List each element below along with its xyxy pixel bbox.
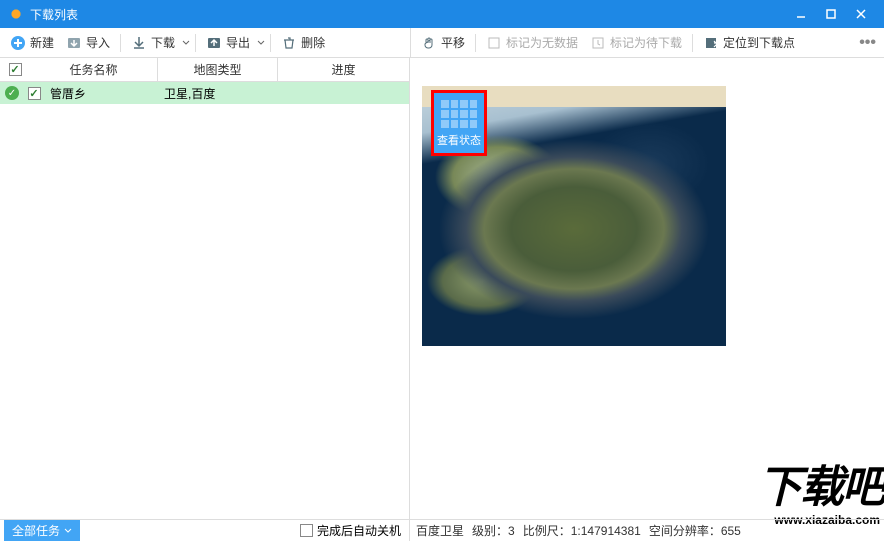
toolbar: 新建 导入 下载 导出 删除 平移 标记为无数据 标记为待下载 定位到下载点 •… <box>0 28 884 58</box>
download-button[interactable]: 下载 <box>125 31 181 55</box>
all-tasks-label: 全部任务 <box>12 522 60 539</box>
mark-nodata-label: 标记为无数据 <box>506 34 578 51</box>
close-button[interactable] <box>846 0 876 28</box>
footer: 全部任务 完成后自动关机 百度卫星 级别：3 比例尺：1:147914381 空… <box>0 519 884 541</box>
view-status-button[interactable]: 查看状态 <box>431 90 487 156</box>
header-checkbox-cell <box>0 63 30 76</box>
import-label: 导入 <box>86 34 110 51</box>
import-button[interactable]: 导入 <box>60 31 116 55</box>
window-title: 下载列表 <box>30 6 786 23</box>
auto-shutdown-toggle[interactable]: 完成后自动关机 <box>300 522 401 539</box>
export-label: 导出 <box>226 34 250 51</box>
import-icon <box>66 35 82 51</box>
auto-shutdown-label: 完成后自动关机 <box>317 522 401 539</box>
mark-nodata-button[interactable]: 标记为无数据 <box>480 31 584 55</box>
pending-tile-icon <box>590 35 606 51</box>
maximize-button[interactable] <box>816 0 846 28</box>
all-tasks-button[interactable]: 全部任务 <box>4 520 80 541</box>
status-scale: 比例尺：1:147914381 <box>523 522 641 539</box>
view-status-label: 查看状态 <box>437 132 481 148</box>
new-button[interactable]: 新建 <box>4 31 60 55</box>
download-icon <box>131 35 147 51</box>
auto-shutdown-checkbox[interactable] <box>300 524 313 537</box>
status-source: 百度卫星 <box>416 522 464 539</box>
empty-tile-icon <box>486 35 502 51</box>
locate-icon <box>703 35 719 51</box>
status-bar: 百度卫星 级别：3 比例尺：1:147914381 空间分辨率：655 <box>410 520 884 541</box>
locate-button[interactable]: 定位到下载点 <box>697 31 801 55</box>
table-header: 任务名称 地图类型 进度 <box>0 58 409 82</box>
map-type: 卫星,百度 <box>158 85 278 102</box>
separator <box>195 34 196 52</box>
hand-icon <box>421 35 437 51</box>
status-resolution: 空间分辨率：655 <box>649 522 741 539</box>
task-list-pane: 任务名称 地图类型 进度 ✓ 管厝乡 卫星,百度 <box>0 58 410 519</box>
toolbar-right: 平移 标记为无数据 标记为待下载 定位到下载点 ••• <box>410 28 884 57</box>
separator <box>475 34 476 52</box>
locate-label: 定位到下载点 <box>723 34 795 51</box>
download-dropdown[interactable] <box>181 39 191 47</box>
check-circle-icon: ✓ <box>5 86 19 100</box>
delete-label: 删除 <box>301 34 325 51</box>
header-name[interactable]: 任务名称 <box>30 58 158 81</box>
toolbar-left: 新建 导入 下载 导出 删除 <box>0 28 410 57</box>
more-button[interactable]: ••• <box>851 34 884 52</box>
checkbox-cell <box>24 87 44 100</box>
download-label: 下载 <box>151 34 175 51</box>
select-all-checkbox[interactable] <box>9 63 22 76</box>
content-area: 任务名称 地图类型 进度 ✓ 管厝乡 卫星,百度 查看状态 <box>0 58 884 519</box>
mark-todownload-button[interactable]: 标记为待下载 <box>584 31 688 55</box>
status-level: 级别：3 <box>472 522 515 539</box>
separator <box>692 34 693 52</box>
header-type[interactable]: 地图类型 <box>158 58 278 81</box>
status-cell: ✓ <box>0 86 24 100</box>
table-body: ✓ 管厝乡 卫星,百度 <box>0 82 409 519</box>
export-icon <box>206 35 222 51</box>
export-button[interactable]: 导出 <box>200 31 256 55</box>
separator <box>270 34 271 52</box>
header-progress[interactable]: 进度 <box>278 58 409 81</box>
app-icon <box>8 6 24 22</box>
pan-button[interactable]: 平移 <box>415 31 471 55</box>
title-bar: 下载列表 <box>0 0 884 28</box>
pan-label: 平移 <box>441 34 465 51</box>
chevron-down-icon <box>64 527 72 535</box>
mark-todownload-label: 标记为待下载 <box>610 34 682 51</box>
delete-button[interactable]: 删除 <box>275 31 331 55</box>
grid-icon <box>439 98 479 130</box>
trash-icon <box>281 35 297 51</box>
minimize-button[interactable] <box>786 0 816 28</box>
table-row[interactable]: ✓ 管厝乡 卫星,百度 <box>0 82 409 104</box>
footer-left: 全部任务 完成后自动关机 <box>0 520 410 541</box>
new-label: 新建 <box>30 34 54 51</box>
separator <box>120 34 121 52</box>
task-name: 管厝乡 <box>44 85 158 102</box>
export-dropdown[interactable] <box>256 39 266 47</box>
row-checkbox[interactable] <box>28 87 41 100</box>
plus-icon <box>10 35 26 51</box>
map-pane: 查看状态 <box>410 58 884 519</box>
